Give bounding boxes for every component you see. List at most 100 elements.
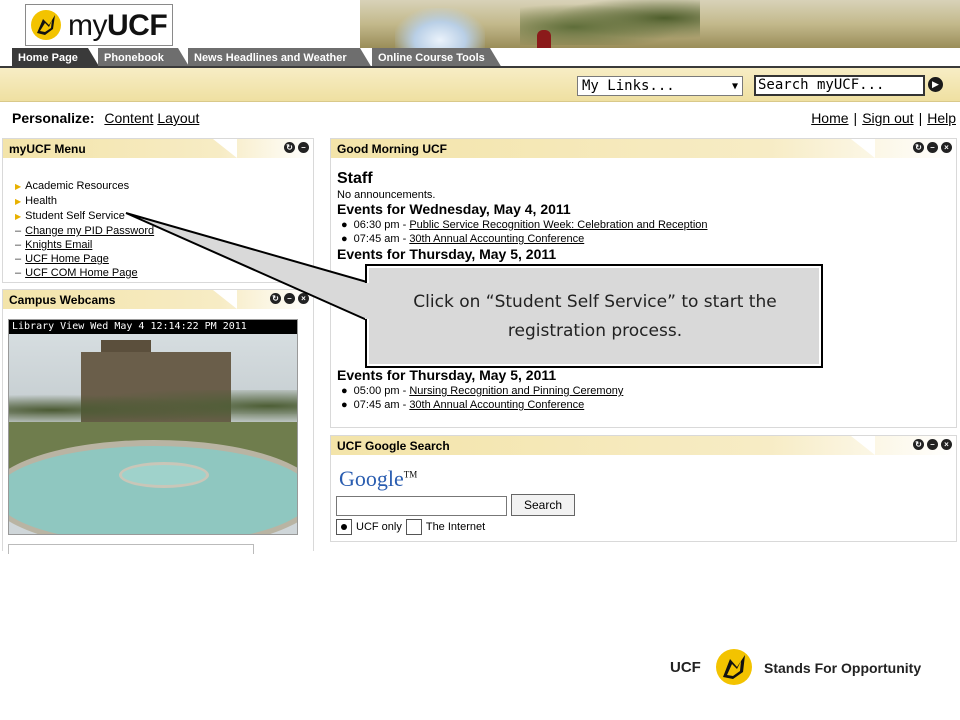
- dash-icon: –: [15, 253, 22, 265]
- event-item: ● 07:45 am - 30th Annual Accounting Confe…: [341, 399, 585, 411]
- portlet-header: UCF Google Search ↻ – ×: [331, 436, 956, 455]
- portlet-header-tail: [851, 436, 875, 455]
- events-heading-day1: Events for Wednesday, May 4, 2011: [337, 201, 571, 217]
- menu-link-ucf-com-home-page[interactable]: – UCF COM Home Page: [15, 266, 154, 280]
- search-scope-radios: UCF only The Internet: [336, 519, 485, 535]
- minimize-icon[interactable]: –: [927, 439, 938, 450]
- event-link[interactable]: Public Service Recognition Week: Celebra…: [409, 219, 707, 231]
- refresh-icon[interactable]: ↻: [913, 142, 924, 153]
- portlet-header: Good Morning UCF ↻ – ×: [331, 139, 956, 158]
- event-link[interactable]: 30th Annual Accounting Conference: [409, 399, 584, 411]
- radio-the-internet[interactable]: [405, 519, 422, 535]
- callout-text: Click on “Student Self Service” to start…: [413, 292, 777, 341]
- dash-icon: –: [15, 225, 22, 237]
- menu-item-health[interactable]: ▶ Health: [15, 194, 154, 209]
- pegasus-icon: [31, 10, 61, 40]
- menu-link-knights-email[interactable]: – Knights Email: [15, 238, 154, 252]
- top-links: Home | Sign out | Help: [811, 110, 956, 126]
- close-icon[interactable]: ×: [941, 142, 952, 153]
- radio-the-internet-label: The Internet: [425, 521, 486, 533]
- myucf-menu-portlet: myUCF Menu ↻ – ▶ Academic Resources ▶ Heal…: [2, 138, 314, 283]
- link-separator: |: [853, 110, 858, 126]
- menu-item-academic-resources[interactable]: ▶ Academic Resources: [15, 179, 154, 194]
- tab-news-headlines-weather[interactable]: News Headlines and Weather: [188, 48, 372, 68]
- personalize-bar: Personalize: Content Layout: [12, 110, 199, 126]
- site-header: myUCF: [0, 0, 960, 48]
- personalize-layout-link[interactable]: Layout: [157, 110, 199, 126]
- radio-ucf-only-label: UCF only: [356, 521, 402, 533]
- event-item: ● 06:30 pm - Public Service Recognition W…: [341, 219, 708, 231]
- tab-online-course-tools[interactable]: Online Course Tools: [372, 48, 502, 68]
- event-item: ● 07:45 am - 30th Annual Accounting Confe…: [341, 233, 585, 245]
- instruction-callout: Click on “Student Self Service” to start…: [365, 264, 823, 368]
- arrow-right-icon: ▶: [15, 197, 22, 206]
- portlet-controls: ↻ – ×: [913, 142, 952, 153]
- google-search-button[interactable]: Search: [511, 494, 575, 516]
- google-search-input[interactable]: [336, 496, 507, 516]
- footer-brand: UCF: [670, 659, 701, 676]
- tab-home-page[interactable]: Home Page: [12, 48, 100, 68]
- close-icon[interactable]: ×: [298, 293, 309, 304]
- arrow-right-icon: ▶: [15, 182, 22, 191]
- portlet-header-tail: [213, 139, 237, 158]
- pegasus-icon: [716, 649, 752, 685]
- minimize-icon[interactable]: –: [927, 142, 938, 153]
- refresh-icon[interactable]: ↻: [913, 439, 924, 450]
- toolbar: My Links... ▼ Search myUCF... ▶: [0, 68, 960, 102]
- search-go-icon[interactable]: ▶: [928, 77, 943, 92]
- webcam-caption: Library View Wed May 4 12:14:22 PM 2011: [9, 320, 297, 334]
- webcam-fountain-ring: [119, 462, 209, 488]
- tab-bar: Home Page Phonebook News Headlines and W…: [0, 48, 960, 68]
- myucf-logo[interactable]: myUCF: [25, 4, 173, 46]
- minimize-icon[interactable]: –: [298, 142, 309, 153]
- webcam-image: Library View Wed May 4 12:14:22 PM 2011: [8, 319, 298, 535]
- arrow-right-icon: ▶: [15, 212, 22, 221]
- staff-heading: Staff: [337, 170, 373, 187]
- event-link[interactable]: Nursing Recognition and Pinning Ceremony: [409, 385, 623, 397]
- my-links-value: My Links...: [582, 78, 675, 94]
- portlet-title: Campus Webcams: [9, 293, 116, 307]
- event-item: ● 05:00 pm - Nursing Recognition and Pinn…: [341, 385, 624, 397]
- menu-item-student-self-service[interactable]: ▶ Student Self Service: [15, 209, 154, 224]
- events-heading-day2-repeat: Events for Thursday, May 5, 2011: [337, 367, 557, 383]
- refresh-icon[interactable]: ↻: [270, 293, 281, 304]
- close-icon[interactable]: ×: [941, 439, 952, 450]
- personalize-label: Personalize:: [12, 110, 95, 126]
- portlet-title: Good Morning UCF: [337, 142, 447, 156]
- portlet-title: UCF Google Search: [337, 439, 450, 453]
- events-heading-day2: Events for Thursday, May 5, 2011: [337, 246, 557, 262]
- footer-tagline: Stands For Opportunity: [764, 660, 922, 676]
- refresh-icon[interactable]: ↻: [284, 142, 295, 153]
- dash-icon: –: [15, 239, 22, 251]
- link-separator: |: [918, 110, 923, 126]
- portlet-controls: ↻ – ×: [913, 439, 952, 450]
- google-logo: GoogleTM: [339, 466, 418, 491]
- personalize-content-link[interactable]: Content: [104, 110, 153, 126]
- sign-out-link[interactable]: Sign out: [862, 110, 913, 126]
- menu-list: ▶ Academic Resources ▶ Health ▶ Student Sel…: [15, 179, 154, 280]
- menu-link-change-pid-password[interactable]: – Change my PID Password: [15, 224, 154, 238]
- home-link[interactable]: Home: [811, 110, 848, 126]
- portlet-title: myUCF Menu: [9, 142, 86, 156]
- portlet-header: myUCF Menu ↻ –: [3, 139, 313, 158]
- portlet-controls: ↻ –: [284, 142, 309, 153]
- logo-text: myUCF: [68, 9, 168, 42]
- tab-phonebook[interactable]: Phonebook: [98, 48, 190, 68]
- portlet-header: Campus Webcams ↻ – ×: [3, 290, 313, 309]
- portlet-controls: ↻ – ×: [270, 293, 309, 304]
- dash-icon: –: [15, 267, 22, 279]
- fountain-image: [395, 8, 485, 48]
- my-links-dropdown[interactable]: My Links... ▼: [577, 76, 743, 96]
- help-link[interactable]: Help: [927, 110, 956, 126]
- event-link[interactable]: 30th Annual Accounting Conference: [409, 233, 584, 245]
- radio-ucf-only[interactable]: [336, 519, 352, 535]
- chevron-down-icon: ▼: [731, 81, 738, 92]
- search-input[interactable]: Search myUCF...: [754, 75, 925, 96]
- person-image: [537, 30, 551, 48]
- menu-link-ucf-home-page[interactable]: – UCF Home Page: [15, 252, 154, 266]
- ucf-google-search-portlet: UCF Google Search ↻ – × GoogleTM Search …: [330, 435, 957, 542]
- ucf-footer-logo: UCF Stands For Opportunity: [670, 646, 930, 690]
- no-announcements-text: No announcements.: [337, 189, 436, 201]
- minimize-icon[interactable]: –: [284, 293, 295, 304]
- webcam-selector[interactable]: [8, 544, 254, 554]
